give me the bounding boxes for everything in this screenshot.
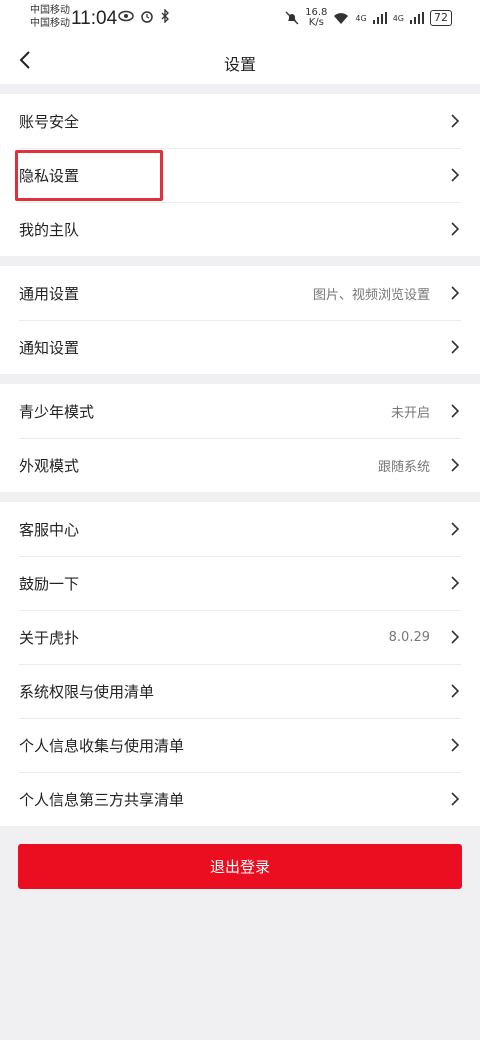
settings-item-appearance[interactable]: 外观模式 跟随系统	[0, 438, 480, 492]
item-label: 关于虎扑	[19, 628, 80, 647]
signal-icon	[410, 12, 424, 24]
chevron-right-icon	[451, 630, 460, 644]
status-icons-right: 16.8 K/s 4G 4G 72	[285, 8, 452, 28]
highlight-box	[15, 150, 163, 201]
chevron-right-icon	[451, 286, 460, 300]
settings-item-home-team[interactable]: 我的主队	[0, 202, 480, 256]
clock: 11:04	[71, 8, 118, 29]
wifi-icon	[334, 12, 349, 24]
battery-indicator: 72	[430, 10, 452, 26]
signal-icon	[372, 12, 387, 24]
status-bar: 中国移动 中国移动 11:04 16.8 K/s 4G 4G 72	[0, 0, 480, 38]
item-label: 外观模式	[19, 456, 80, 475]
carrier-1: 中国移动	[30, 5, 70, 16]
settings-item-account-security[interactable]: 账号安全	[0, 94, 480, 148]
status-icons-left	[118, 9, 170, 23]
chevron-right-icon	[451, 114, 460, 128]
settings-group-mode: 青少年模式 未开启 外观模式 跟随系统	[0, 384, 480, 492]
speed-unit: K/s	[308, 17, 324, 28]
settings-group-support: 客服中心 鼓励一下 关于虎扑 8.0.29 系统权限与使用清单 个人信息收集与使…	[0, 502, 480, 826]
bluetooth-icon	[161, 9, 169, 23]
chevron-right-icon	[451, 168, 460, 182]
item-label: 通知设置	[19, 338, 80, 357]
item-label: 青少年模式	[19, 402, 95, 421]
item-label: 我的主队	[19, 220, 80, 239]
item-value: 跟随系统	[377, 459, 430, 475]
chevron-right-icon	[451, 576, 460, 590]
nav-bar: 设置	[0, 38, 480, 84]
eye-icon	[118, 10, 134, 22]
carrier-2: 中国移动	[30, 18, 70, 29]
item-label: 账号安全	[19, 112, 80, 131]
item-value: 图片、视频浏览设置	[312, 287, 430, 303]
settings-item-info-collection-list[interactable]: 个人信息收集与使用清单	[0, 718, 480, 772]
chevron-right-icon	[451, 458, 460, 472]
settings-item-general[interactable]: 通用设置 图片、视频浏览设置	[0, 266, 480, 320]
network-type-1: 4G	[355, 13, 367, 23]
item-value: 8.0.29	[388, 629, 430, 645]
network-type-2: 4G	[392, 13, 404, 23]
settings-item-notifications[interactable]: 通知设置	[0, 320, 480, 374]
carrier-info: 中国移动 中国移动	[30, 4, 70, 30]
item-value: 未开启	[390, 405, 430, 421]
item-label: 鼓励一下	[19, 574, 80, 593]
settings-item-permissions-list[interactable]: 系统权限与使用清单	[0, 664, 480, 718]
alarm-icon	[141, 11, 153, 23]
settings-item-customer-service[interactable]: 客服中心	[0, 502, 480, 556]
settings-item-third-party-sharing-list[interactable]: 个人信息第三方共享清单	[0, 772, 480, 826]
item-label: 个人信息第三方共享清单	[19, 790, 185, 809]
item-label: 个人信息收集与使用清单	[19, 736, 185, 755]
chevron-right-icon	[451, 522, 460, 536]
network-speed: 16.8 K/s	[305, 8, 327, 28]
item-label: 系统权限与使用清单	[19, 682, 155, 701]
chevron-right-icon	[451, 340, 460, 354]
chevron-right-icon	[451, 792, 460, 806]
mute-icon	[285, 11, 299, 25]
page-title: 设置	[223, 55, 256, 74]
item-label: 客服中心	[19, 520, 80, 539]
chevron-right-icon	[451, 684, 460, 698]
logout-button[interactable]: 退出登录	[18, 844, 462, 889]
chevron-right-icon	[451, 738, 460, 752]
settings-group-general: 通用设置 图片、视频浏览设置 通知设置	[0, 266, 480, 374]
item-label: 通用设置	[19, 284, 80, 303]
settings-item-about[interactable]: 关于虎扑 8.0.29	[0, 610, 480, 664]
settings-item-teen-mode[interactable]: 青少年模式 未开启	[0, 384, 480, 438]
chevron-right-icon	[451, 404, 460, 418]
settings-item-encourage[interactable]: 鼓励一下	[0, 556, 480, 610]
chevron-right-icon	[451, 222, 460, 236]
